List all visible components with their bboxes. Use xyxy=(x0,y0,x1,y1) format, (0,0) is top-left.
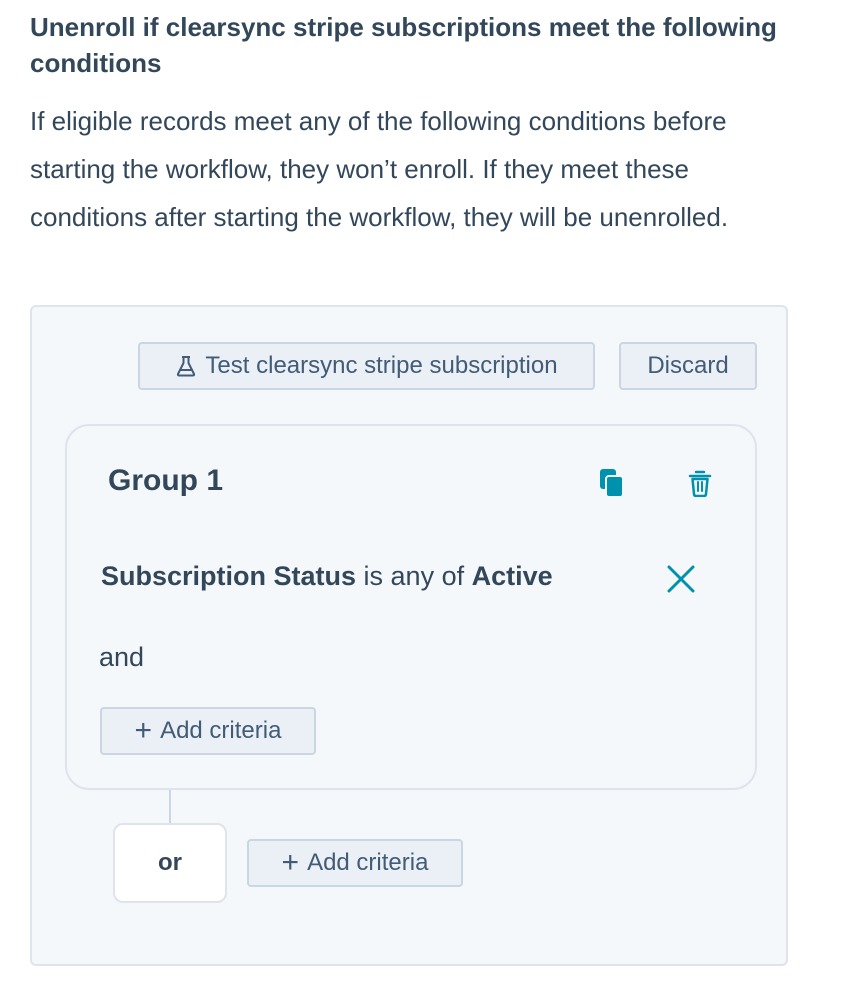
add-criteria-label: Add criteria xyxy=(160,717,282,744)
add-criteria-button[interactable]: + Add criteria xyxy=(100,707,316,755)
add-or-criteria-button[interactable]: + Add criteria xyxy=(247,839,463,887)
discard-label: Discard xyxy=(647,352,729,379)
filter-criterion[interactable]: Subscription Status is any of Active xyxy=(101,561,553,592)
trash-icon[interactable] xyxy=(685,466,715,500)
or-group-button[interactable]: or xyxy=(113,823,227,903)
add-or-criteria-label: Add criteria xyxy=(307,849,429,876)
plus-icon: + xyxy=(134,714,153,747)
flask-icon xyxy=(175,355,197,377)
criterion-property: Subscription Status xyxy=(101,561,357,591)
copy-icon[interactable] xyxy=(597,466,627,500)
criterion-operator: is any of xyxy=(356,561,472,591)
test-subscription-button[interactable]: Test clearsync stripe subscription xyxy=(138,342,595,390)
filter-group: Group 1 Subscription Status is any of Ac… xyxy=(65,424,757,790)
and-label: and xyxy=(99,642,145,672)
discard-button[interactable]: Discard xyxy=(619,342,757,390)
section-title: Unenroll if clearsync stripe subscriptio… xyxy=(30,12,777,78)
plus-icon: + xyxy=(281,846,300,879)
section-description: If eligible records meet any of the foll… xyxy=(30,106,729,232)
filter-panel: Test clearsync stripe subscription Disca… xyxy=(30,305,788,966)
test-subscription-label: Test clearsync stripe subscription xyxy=(205,352,558,379)
or-label: or xyxy=(158,849,182,876)
group-title: Group 1 xyxy=(108,464,224,497)
criterion-value: Active xyxy=(471,561,553,591)
close-icon[interactable] xyxy=(663,561,699,597)
workflow-unenroll-settings: Unenroll if clearsync stripe subscriptio… xyxy=(0,0,846,994)
group-connector-line xyxy=(169,790,171,824)
